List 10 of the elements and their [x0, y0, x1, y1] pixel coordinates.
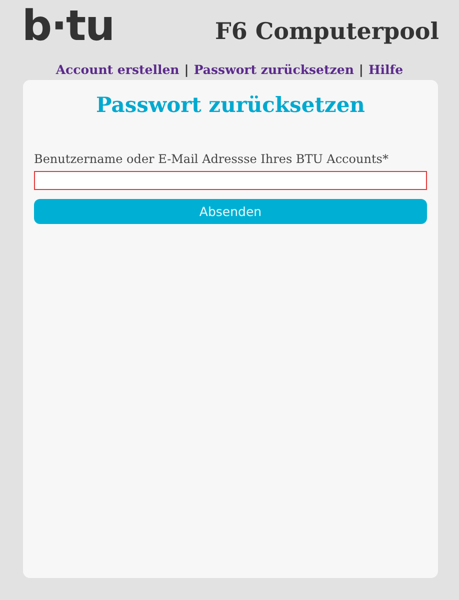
separator: | — [184, 62, 189, 76]
page-title: F6 Computerpool — [214, 18, 439, 44]
nav-link[interactable]: Passwort zurücksetzen — [194, 62, 354, 76]
separator: | — [358, 62, 364, 76]
form-heading: Passwort zurücksetzen — [95, 92, 366, 117]
username-field[interactable] — [34, 171, 427, 190]
nav-link[interactable]: Account erstellen — [56, 62, 180, 76]
field-label: Benutzername oder E-Mail Adressse Ihres BTU Accounts* — [34, 152, 390, 166]
logo: b·tu — [22, 5, 114, 47]
nav-link[interactable]: Hilfe — [368, 62, 404, 76]
